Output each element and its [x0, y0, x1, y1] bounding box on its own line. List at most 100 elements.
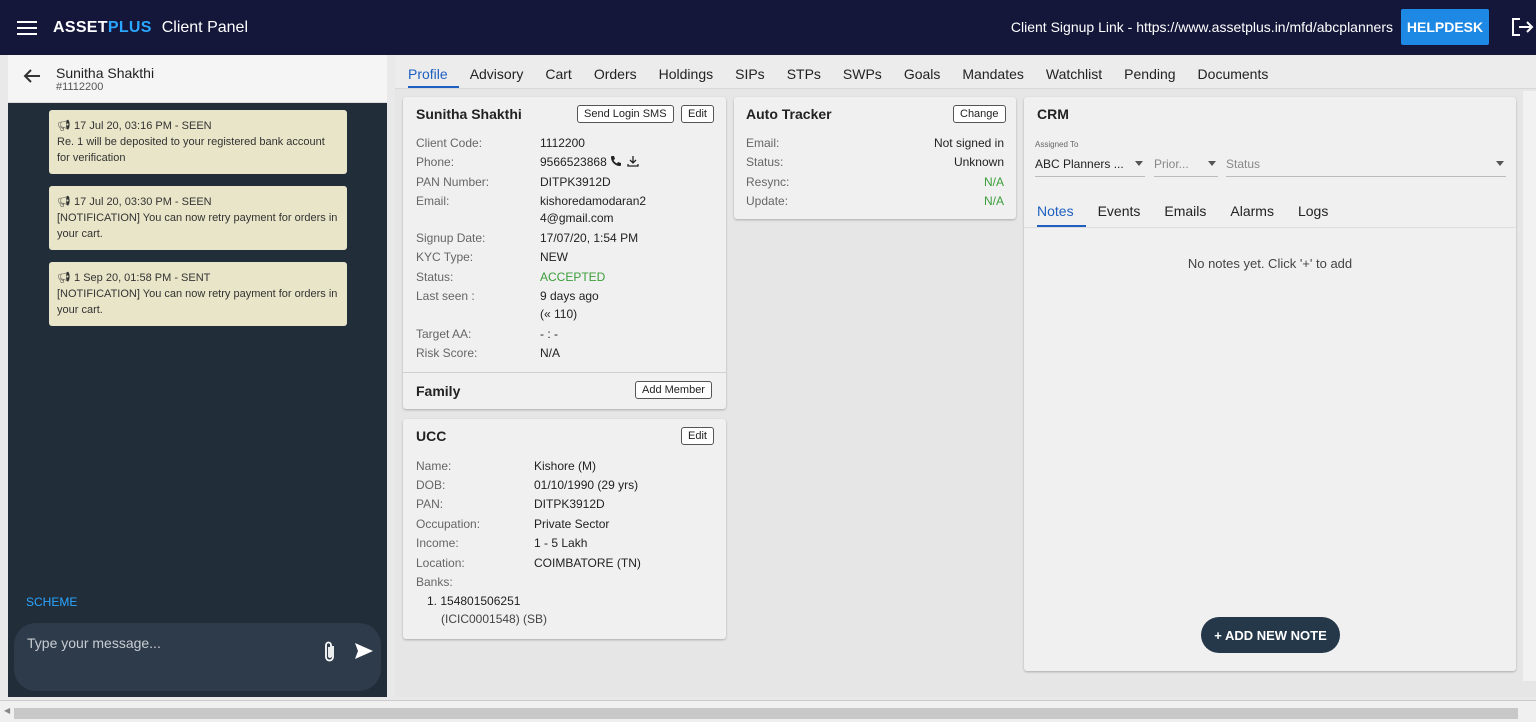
chevron-down-icon — [1496, 161, 1504, 166]
send-login-sms-button[interactable]: Send Login SMS — [577, 105, 674, 123]
panel-title: Client Panel — [161, 18, 248, 36]
ucc-income-label: Income: — [416, 536, 459, 550]
tab-cart[interactable]: Cart — [534, 66, 582, 88]
horizontal-scrollbar[interactable]: ◀ — [0, 700, 1536, 722]
assigned-to-label: Assigned To — [1035, 140, 1079, 149]
phone-icon[interactable] — [610, 155, 622, 170]
family-title: Family — [416, 383, 461, 399]
tab-orders[interactable]: Orders — [583, 66, 648, 88]
client-name: Sunitha Shakthi — [56, 64, 155, 81]
crm-tab-bar: Notes Events Emails Alarms Logs — [1024, 192, 1516, 228]
kyc-type-label: KYC Type: — [416, 250, 474, 264]
tracker-email-value: Not signed in — [933, 136, 1004, 150]
crm-tab-alarms[interactable]: Alarms — [1218, 203, 1286, 227]
tracker-resync-label: Resync: — [746, 175, 790, 189]
edit-profile-button[interactable]: Edit — [681, 105, 714, 123]
status-select[interactable]: Status — [1226, 157, 1506, 177]
ucc-title: UCC — [416, 428, 447, 444]
email-value-cont: 4@gmail.com — [540, 211, 614, 225]
crm-title: CRM — [1037, 106, 1069, 122]
tab-profile[interactable]: Profile — [408, 66, 459, 88]
pan-value: DITPK3912D — [540, 175, 611, 189]
chat-panel: Sunitha Shakthi #1112200 📢︎ 17 Jul 20, 0… — [8, 55, 387, 697]
ucc-name-value: Kishore (M) — [534, 459, 597, 473]
vertical-scrollbar[interactable] — [1523, 91, 1536, 681]
edit-ucc-button[interactable]: Edit — [681, 427, 714, 445]
megaphone-icon: 📢︎ — [57, 120, 71, 132]
ucc-card: UCC Edit Name: Kishore (M) DOB: 01/10/19… — [403, 419, 726, 639]
crm-tab-emails[interactable]: Emails — [1152, 203, 1218, 227]
scheme-link[interactable]: SCHEME — [26, 595, 77, 609]
ucc-dob-label: DOB: — [416, 478, 446, 492]
download-icon[interactable] — [627, 155, 640, 170]
ucc-bank-ifsc: (ICIC0001548) (SB) — [441, 612, 548, 626]
no-notes-message: No notes yet. Click '+' to add — [1187, 256, 1353, 271]
client-code: #1112200 — [56, 80, 104, 93]
client-code-value: 1112200 — [540, 136, 585, 150]
menu-icon[interactable] — [17, 20, 37, 35]
ucc-income-value: 1 - 5 Lakh — [534, 536, 588, 550]
add-member-button[interactable]: Add Member — [635, 381, 712, 399]
profile-card: Sunitha Shakthi Send Login SMS Edit Clie… — [403, 97, 726, 409]
divider — [403, 372, 726, 373]
back-arrow-icon[interactable] — [22, 67, 42, 90]
auto-tracker-card: Auto Tracker Change Email: Not signed in… — [734, 97, 1016, 219]
tab-pending[interactable]: Pending — [1113, 66, 1186, 88]
tab-documents[interactable]: Documents — [1187, 66, 1280, 88]
ucc-location-value: COIMBATORE (TN) — [534, 556, 641, 570]
tracker-update-value: N/A — [983, 194, 1004, 208]
chat-message: 📢︎ 17 Jul 20, 03:30 PM - SEEN [NOTIFICAT… — [49, 186, 347, 250]
last-seen-count: (« 110) — [540, 307, 578, 321]
chevron-down-icon — [1208, 161, 1216, 166]
ucc-dob-value: 01/10/1990 (29 yrs) — [534, 478, 639, 492]
tracker-status-value: Unknown — [953, 155, 1004, 169]
logout-icon[interactable] — [1510, 16, 1536, 38]
ucc-occupation-value: Private Sector — [534, 517, 610, 531]
chat-header: Sunitha Shakthi #1112200 — [8, 55, 387, 103]
pan-label: PAN Number: — [416, 175, 490, 189]
tab-sips[interactable]: SIPs — [724, 66, 776, 88]
tab-swps[interactable]: SWPs — [832, 66, 893, 88]
tracker-resync-value: N/A — [983, 175, 1004, 189]
attachment-icon[interactable] — [323, 641, 337, 663]
assignee-select[interactable]: ABC Planners ... — [1035, 157, 1145, 177]
signup-link[interactable]: Client Signup Link - https://www.assetpl… — [1011, 19, 1393, 35]
ucc-bank-account: 1. 154801506251 — [427, 594, 521, 608]
risk-score-label: Risk Score: — [416, 346, 478, 360]
chat-message: 📢︎ 17 Jul 20, 03:16 PM - SEEN Re. 1 will… — [49, 110, 347, 174]
tab-stps[interactable]: STPs — [776, 66, 832, 88]
crm-tab-logs[interactable]: Logs — [1286, 203, 1340, 227]
tab-holdings[interactable]: Holdings — [648, 66, 724, 88]
crm-tab-notes[interactable]: Notes — [1037, 203, 1086, 227]
priority-select[interactable]: Prior... — [1154, 157, 1218, 177]
tracker-email-label: Email: — [746, 136, 780, 150]
email-label: Email: — [416, 194, 450, 208]
add-new-note-button[interactable]: + ADD NEW NOTE — [1201, 617, 1340, 653]
tab-mandates[interactable]: Mandates — [951, 66, 1034, 88]
chevron-down-icon — [1135, 161, 1143, 166]
signup-date-label: Signup Date: — [416, 231, 486, 245]
ucc-occupation-label: Occupation: — [416, 517, 481, 531]
status-value: ACCEPTED — [540, 270, 606, 284]
tab-watchlist[interactable]: Watchlist — [1035, 66, 1113, 88]
helpdesk-button[interactable]: HELPDESK — [1401, 9, 1489, 45]
client-code-row: Client Code: — [416, 136, 483, 150]
top-bar: ASSETPLUS Client Panel Client Signup Lin… — [0, 0, 1536, 55]
target-aa-label: Target AA: — [416, 327, 472, 341]
ucc-banks-label: Banks: — [416, 575, 453, 589]
message-input[interactable]: Type your message... — [14, 623, 381, 691]
scrollbar-thumb[interactable] — [14, 708, 1518, 719]
send-icon[interactable] — [354, 641, 374, 661]
profile-name: Sunitha Shakthi — [416, 106, 522, 122]
scroll-left-icon[interactable]: ◀ — [4, 706, 10, 715]
phone-label: Phone: — [416, 155, 455, 169]
tab-goals[interactable]: Goals — [893, 66, 952, 88]
signup-date-value: 17/07/20, 1:54 PM — [540, 231, 639, 245]
tab-advisory[interactable]: Advisory — [459, 66, 535, 88]
kyc-type-value: NEW — [540, 250, 568, 264]
change-button[interactable]: Change — [953, 105, 1006, 123]
brand-logo: ASSETPLUS — [53, 18, 152, 36]
risk-score-value: N/A — [540, 346, 561, 360]
crm-tab-events[interactable]: Events — [1086, 203, 1153, 227]
target-aa-value: - : - — [540, 327, 558, 341]
